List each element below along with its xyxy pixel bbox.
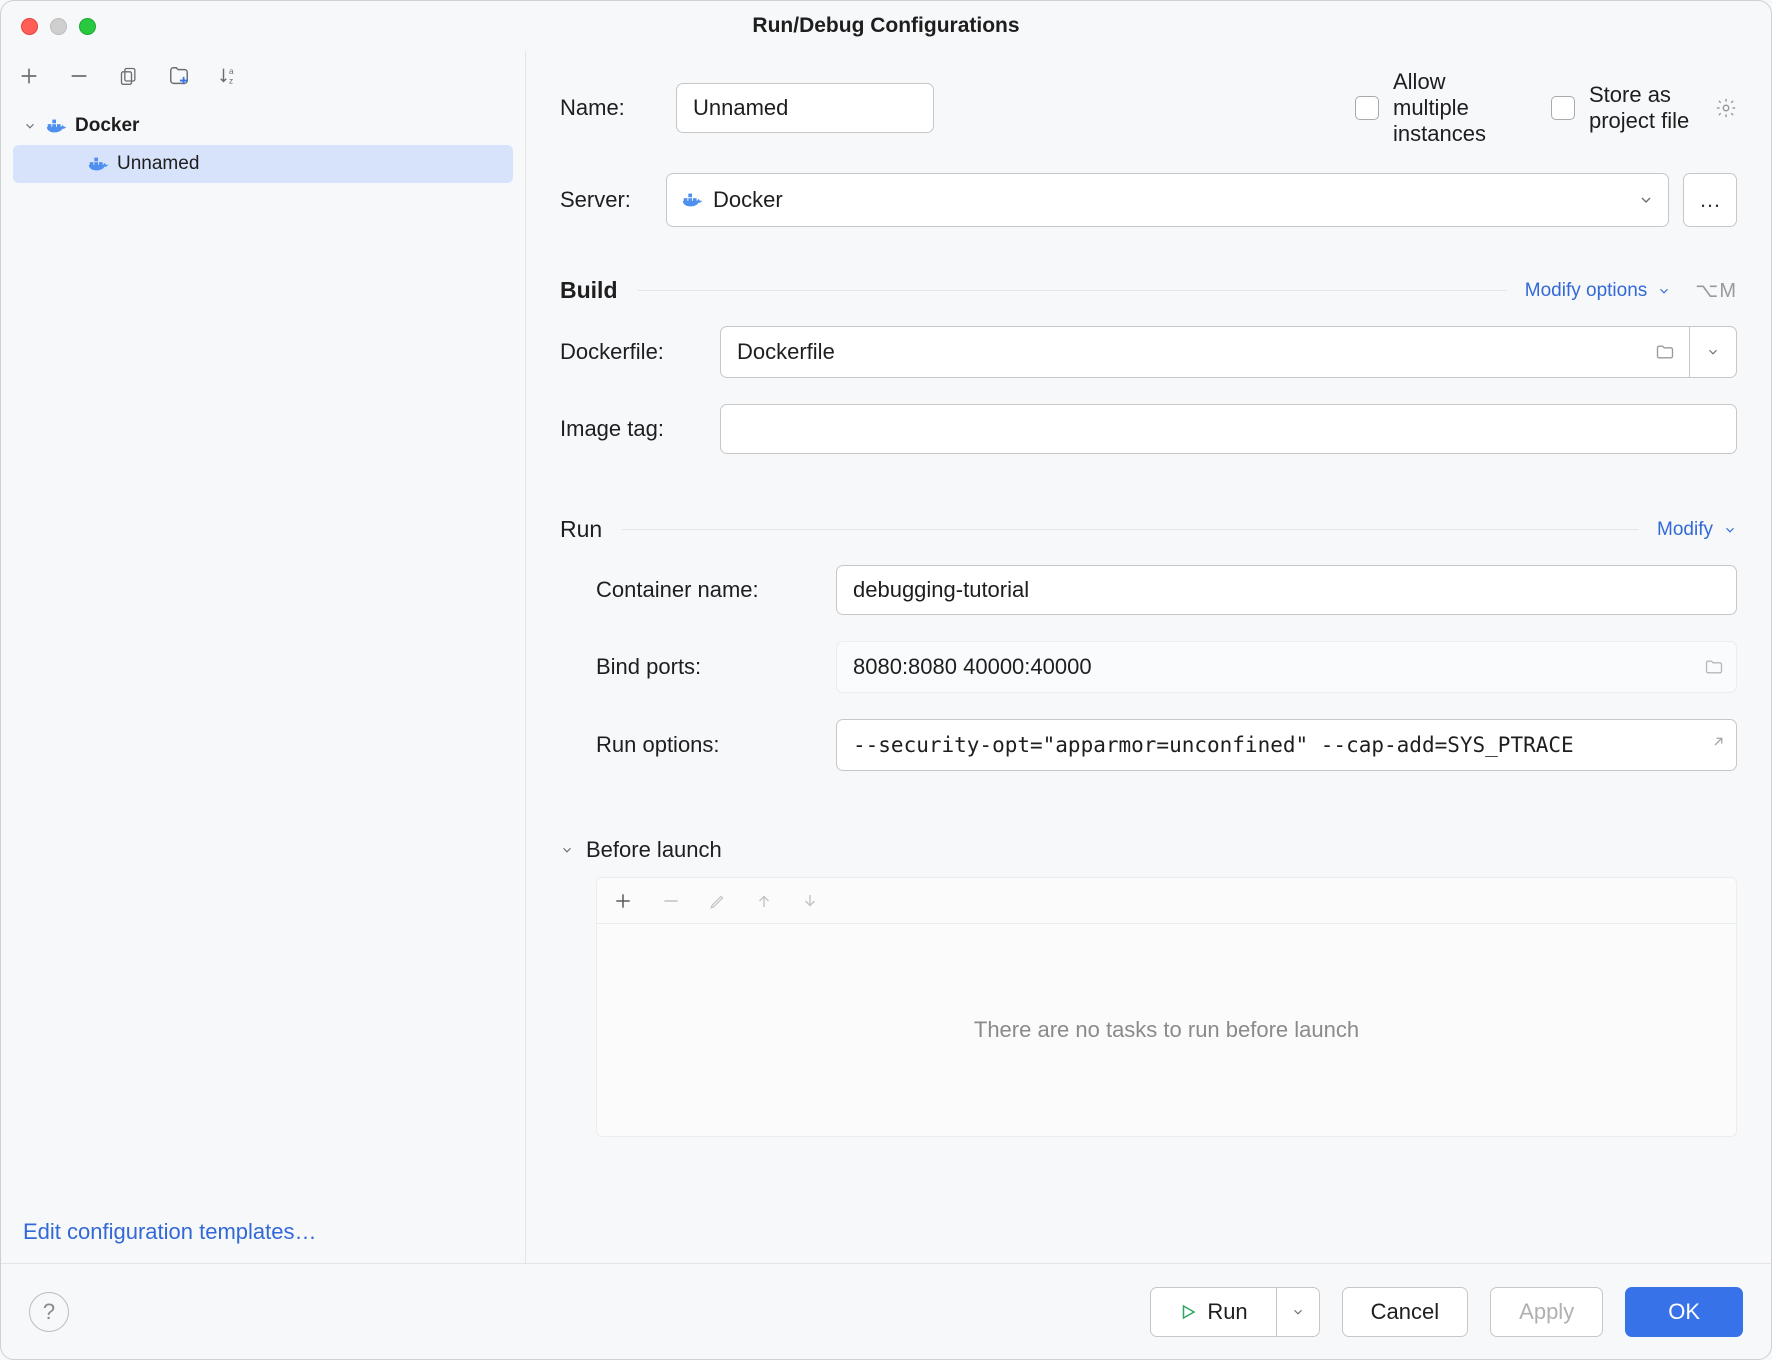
server-label: Server: bbox=[560, 187, 666, 213]
build-section-title: Build bbox=[560, 277, 618, 304]
dockerfile-input[interactable]: Dockerfile bbox=[720, 326, 1641, 378]
divider bbox=[622, 529, 1639, 530]
move-up-icon bbox=[755, 892, 773, 910]
edit-templates-link[interactable]: Edit configuration templates… bbox=[23, 1219, 317, 1244]
checkbox-icon bbox=[1551, 96, 1575, 120]
imagetag-label: Image tag: bbox=[560, 416, 720, 442]
add-task-icon[interactable] bbox=[613, 891, 633, 911]
add-config-icon[interactable] bbox=[17, 64, 41, 88]
store-project-label: Store as project file bbox=[1589, 82, 1705, 134]
dockerfile-label: Dockerfile: bbox=[560, 339, 720, 365]
docker-icon bbox=[87, 153, 109, 175]
checkbox-icon bbox=[1355, 96, 1379, 120]
save-config-icon[interactable] bbox=[167, 64, 191, 88]
chevron-down-icon bbox=[23, 119, 37, 133]
help-button[interactable]: ? bbox=[29, 1292, 69, 1332]
ok-button[interactable]: OK bbox=[1625, 1287, 1743, 1337]
edit-task-icon bbox=[709, 892, 727, 910]
config-tree: Docker Unnamed bbox=[1, 101, 525, 1201]
server-value: Docker bbox=[713, 187, 783, 213]
name-input[interactable] bbox=[676, 83, 934, 133]
run-options-input[interactable]: --security-opt="apparmor=unconfined" --c… bbox=[836, 719, 1737, 771]
window-close-button[interactable] bbox=[21, 18, 38, 35]
chevron-down-icon bbox=[1657, 284, 1671, 298]
apply-button[interactable]: Apply bbox=[1490, 1287, 1603, 1337]
server-select[interactable]: Docker bbox=[666, 173, 1669, 227]
bind-ports-label: Bind ports: bbox=[596, 654, 836, 680]
run-modify-link[interactable]: Modify bbox=[1657, 519, 1713, 541]
docker-icon bbox=[681, 189, 703, 211]
run-dropdown-button[interactable] bbox=[1276, 1287, 1320, 1337]
divider bbox=[638, 290, 1507, 291]
move-down-icon bbox=[801, 892, 819, 910]
tree-item-unnamed[interactable]: Unnamed bbox=[13, 145, 513, 183]
run-options-label: Run options: bbox=[596, 732, 836, 758]
before-launch-header[interactable]: Before launch bbox=[560, 837, 1737, 863]
window-zoom-button[interactable] bbox=[79, 18, 96, 35]
svg-text:z: z bbox=[229, 76, 233, 85]
folder-icon[interactable] bbox=[1641, 326, 1689, 378]
copy-config-icon[interactable] bbox=[117, 64, 141, 88]
folder-icon[interactable] bbox=[1704, 657, 1724, 677]
bind-ports-field[interactable]: 8080:8080 40000:40000 bbox=[836, 641, 1737, 693]
titlebar: Run/Debug Configurations bbox=[1, 1, 1771, 51]
run-button[interactable]: Run bbox=[1150, 1287, 1275, 1337]
allow-multiple-label: Allow multiple instances bbox=[1393, 69, 1509, 147]
container-name-input[interactable] bbox=[836, 565, 1737, 615]
tree-group-label: Docker bbox=[75, 115, 139, 137]
before-launch-empty-text: There are no tasks to run before launch bbox=[597, 924, 1736, 1136]
sort-config-icon[interactable]: az bbox=[217, 64, 241, 88]
dockerfile-history-button[interactable] bbox=[1689, 326, 1737, 378]
allow-multiple-checkbox[interactable]: Allow multiple instances bbox=[1355, 69, 1509, 147]
build-modify-link[interactable]: Modify options bbox=[1525, 280, 1648, 302]
svg-text:a: a bbox=[229, 67, 234, 76]
play-icon bbox=[1179, 1303, 1197, 1321]
store-project-checkbox[interactable]: Store as project file bbox=[1551, 82, 1705, 134]
run-section-title: Run bbox=[560, 516, 602, 543]
gear-icon[interactable] bbox=[1715, 97, 1737, 119]
tree-item-label: Unnamed bbox=[117, 153, 199, 175]
chevron-down-icon bbox=[560, 843, 574, 857]
chevron-down-icon bbox=[1723, 523, 1737, 537]
container-name-label: Container name: bbox=[596, 577, 836, 603]
before-launch-title: Before launch bbox=[586, 837, 722, 863]
name-label: Name: bbox=[560, 95, 676, 121]
window-minimize-button bbox=[50, 18, 67, 35]
expand-icon[interactable] bbox=[1706, 736, 1724, 754]
build-modify-shortcut: ⌥M bbox=[1695, 278, 1737, 303]
remove-task-icon bbox=[661, 891, 681, 911]
before-launch-box: There are no tasks to run before launch bbox=[596, 877, 1737, 1137]
sidebar-toolbar: az bbox=[1, 51, 525, 101]
cancel-button[interactable]: Cancel bbox=[1342, 1287, 1468, 1337]
server-more-button[interactable]: … bbox=[1683, 173, 1737, 227]
tree-group-docker[interactable]: Docker bbox=[13, 107, 513, 145]
window-title: Run/Debug Configurations bbox=[1, 14, 1771, 38]
imagetag-input[interactable] bbox=[720, 404, 1737, 454]
chevron-down-icon bbox=[1638, 192, 1654, 208]
remove-config-icon[interactable] bbox=[67, 64, 91, 88]
docker-icon bbox=[45, 115, 67, 137]
